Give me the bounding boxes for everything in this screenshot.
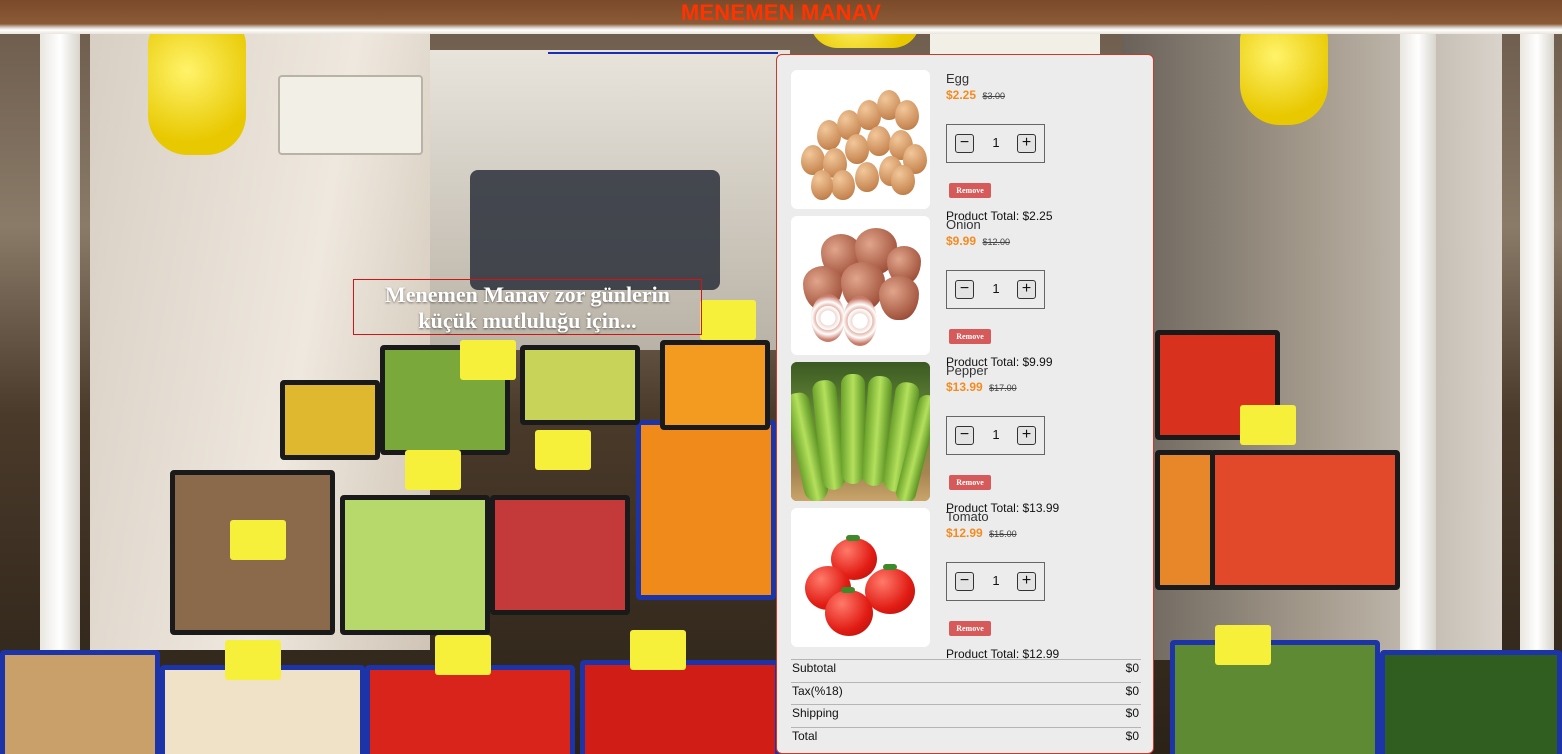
increase-quantity-button[interactable]: + [1017, 572, 1036, 591]
item-price: $13.99 [946, 380, 983, 394]
eggs-image [791, 70, 930, 209]
quantity-value[interactable]: 1 [985, 135, 1007, 150]
quantity-value[interactable]: 1 [985, 281, 1007, 296]
item-name: Tomato [946, 509, 989, 524]
price-tag [435, 635, 491, 675]
quantity-stepper: − 1 + [946, 562, 1045, 601]
price-tag [405, 450, 461, 490]
shop-pillar [1400, 0, 1436, 754]
shop-shelf [470, 170, 720, 290]
decrease-quantity-button[interactable]: − [955, 134, 974, 153]
item-price-row: $12.99 $15.00 [946, 526, 1146, 541]
onions-image [791, 216, 930, 355]
summary-value: $0 [1125, 706, 1139, 721]
header-accent-line [548, 52, 778, 54]
produce-crate [580, 660, 780, 754]
price-tag [535, 430, 591, 470]
summary-value: $0 [1125, 729, 1139, 744]
item-info: Pepper $13.99 $17.00 − 1 + Remove Produc… [946, 362, 1146, 515]
remove-item-button[interactable]: Remove [949, 329, 991, 344]
quantity-stepper: − 1 + [946, 416, 1045, 455]
item-info: Egg $2.25 $3.00 − 1 + Remove Product Tot… [946, 70, 1146, 223]
summary-tax-row: Tax(%18) $0 [791, 681, 1141, 705]
summary-label: Shipping [792, 706, 839, 721]
increase-quantity-button[interactable]: + [1017, 134, 1036, 153]
item-old-price: $17.00 [989, 383, 1017, 393]
remove-item-button[interactable]: Remove [949, 621, 991, 636]
quantity-stepper: − 1 + [946, 124, 1045, 163]
produce-crate [365, 665, 575, 754]
item-price-row: $2.25 $3.00 [946, 88, 1146, 103]
remove-item-button[interactable]: Remove [949, 183, 991, 198]
item-old-price: $12.00 [982, 237, 1011, 247]
shopping-cart-panel: Egg $2.25 $3.00 − 1 + Remove Product Tot… [776, 54, 1154, 754]
produce-crate [1170, 640, 1380, 754]
hero-slogan: Menemen Manav zor günlerin küçük mutlulu… [353, 279, 702, 335]
item-price: $12.99 [946, 526, 983, 540]
peppers-image [791, 362, 930, 501]
summary-shipping-row: Shipping $0 [791, 704, 1141, 727]
summary-value: $0 [1125, 661, 1139, 675]
price-tag [225, 640, 281, 680]
shop-pillar [40, 0, 80, 754]
summary-value: $0 [1125, 683, 1139, 698]
decrease-quantity-button[interactable]: − [955, 280, 974, 299]
brand-title[interactable]: MENEMEN MANAV [0, 0, 1562, 26]
produce-crate [1155, 450, 1215, 590]
produce-crate [520, 345, 640, 425]
produce-crate [1380, 650, 1562, 754]
item-name: Pepper [946, 363, 988, 378]
price-tag [630, 630, 686, 670]
decrease-quantity-button[interactable]: − [955, 572, 974, 591]
quantity-stepper: − 1 + [946, 270, 1045, 309]
quantity-value[interactable]: 1 [985, 427, 1007, 442]
produce-crate [490, 495, 630, 615]
item-price-row: $13.99 $17.00 [946, 380, 1146, 395]
summary-subtotal-row: Subtotal $0 [791, 659, 1141, 682]
slogan-line-2: küçük mutluluğu için... [418, 308, 637, 333]
produce-crate [660, 340, 770, 430]
price-tag [1215, 625, 1271, 665]
slogan-line-1: Menemen Manav zor günlerin [385, 282, 670, 307]
increase-quantity-button[interactable]: + [1017, 280, 1036, 299]
item-price-row: $9.99 $12.00 [946, 234, 1146, 249]
remove-item-button[interactable]: Remove [949, 475, 991, 490]
cart-item-pepper: Pepper $13.99 $17.00 − 1 + Remove Produc… [791, 362, 1146, 515]
hanging-bag [148, 15, 246, 155]
summary-label: Subtotal [792, 661, 837, 675]
decrease-quantity-button[interactable]: − [955, 426, 974, 445]
quantity-value[interactable]: 1 [985, 573, 1007, 588]
price-tag [230, 520, 286, 560]
summary-label: Tax(%18) [792, 683, 843, 698]
shop-pillar [1520, 0, 1554, 754]
price-tag [700, 300, 756, 340]
cart-item-onion: Onion $9.99 $12.00 − 1 + Remove Product … [791, 216, 1146, 369]
increase-quantity-button[interactable]: + [1017, 426, 1036, 445]
item-info: Tomato $12.99 $15.00 − 1 + Remove Produc… [946, 508, 1146, 661]
produce-crate [0, 650, 160, 754]
produce-crate [280, 380, 380, 460]
item-info: Onion $9.99 $12.00 − 1 + Remove Product … [946, 216, 1146, 369]
cart-item-tomato: Tomato $12.99 $15.00 − 1 + Remove Produc… [791, 508, 1146, 661]
item-old-price: $15.00 [989, 529, 1017, 539]
shop-sign [278, 75, 423, 155]
item-old-price: $3.00 [982, 91, 1006, 101]
price-tag [460, 340, 516, 380]
cart-summary: Subtotal $0 Tax(%18) $0 Shipping $0 Tota… [791, 659, 1141, 750]
item-price: $9.99 [946, 234, 977, 248]
summary-total-row: Total $0 [791, 727, 1141, 750]
cart-item-egg: Egg $2.25 $3.00 − 1 + Remove Product Tot… [791, 70, 1146, 223]
produce-crate [340, 495, 490, 635]
price-tag [1240, 405, 1296, 445]
produce-crate [636, 420, 776, 600]
tomatoes-image [791, 508, 930, 647]
produce-crate [1210, 450, 1400, 590]
summary-label: Total [792, 729, 818, 744]
item-price: $2.25 [946, 88, 977, 102]
